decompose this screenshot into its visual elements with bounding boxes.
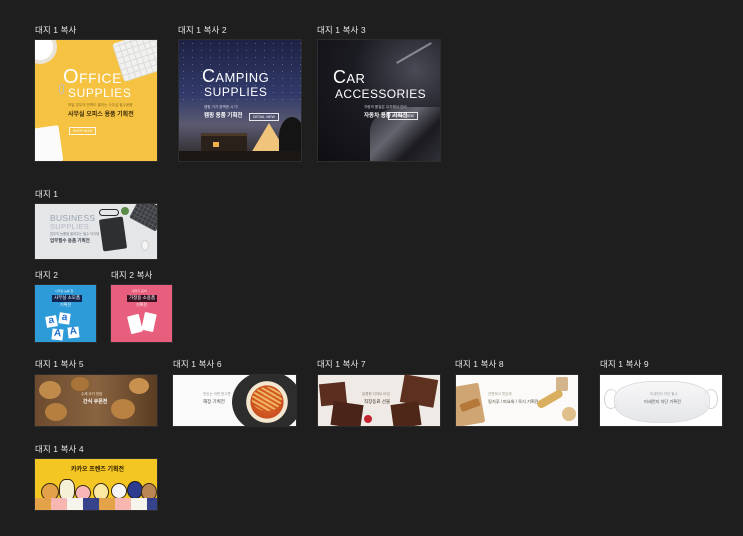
artboard-label[interactable]: 대지 1 복사 (35, 24, 76, 36)
letter-block: A (51, 327, 64, 341)
brownie-image (390, 401, 422, 426)
banner-headline: 미세먼지 차단 기획전 (644, 399, 682, 404)
banner-headline: 사무실 오피스 용품 기획전 (68, 112, 134, 118)
letter-block: a (45, 315, 58, 328)
artboard-label[interactable]: 대지 1 복사 5 (35, 358, 84, 370)
banner-headline-box: 사무실 소모품 (52, 295, 83, 302)
banner-title-line2: SUPPLIES (50, 222, 90, 231)
keyboard-image (129, 204, 157, 232)
notebook-image (35, 125, 64, 161)
banner-headline: 업무필수 용품 기획전 (50, 238, 90, 243)
cookie-image (71, 377, 89, 391)
letter-block: A (67, 325, 80, 339)
banner-headline: 기획전 (136, 302, 148, 307)
banner-title: OFFICE (63, 66, 123, 88)
mask-strap-right (704, 389, 718, 409)
artboard-dessert[interactable]: 달콤한 디저트 타임 직장동료 선물 (317, 374, 441, 427)
banner-title: CAR (333, 67, 366, 87)
banner-title: CAMPING (202, 66, 270, 86)
artboard-office-supplies[interactable]: OFFICE SUPPLIES 하일 업무의 만족도 올리는 사무실 필수용품 … (34, 39, 158, 162)
mask-strap-left (604, 389, 618, 409)
artboard-snacks[interactable]: 간편하고 맛있게 핑거푸 / 마요와 / 육식 기획전 (455, 374, 579, 427)
paper-card-image (141, 311, 157, 333)
glasses-image (99, 209, 119, 216)
fish-snack-image (535, 388, 565, 410)
banner-headline: 핑거푸 / 마요와 / 육식 기획전 (488, 399, 539, 404)
banner-subtext: 미세먼지 차단 필수 (650, 392, 678, 396)
artboard-kakao-friends[interactable]: 카카오 프렌즈 기획전 (34, 458, 158, 511)
detail-view-button: DETAIL VIEW (249, 113, 279, 121)
letter-blocks-image: a a A A (44, 312, 90, 342)
banner-headline: 직장동료 선물 (364, 399, 391, 404)
banner-subtext: 수제 쿠키 맛집 (81, 392, 103, 396)
banner-subtext: 캠핑 가기 완벽한 시기! (204, 105, 238, 109)
artboard-label[interactable]: 대지 1 복사 2 (178, 24, 227, 36)
character-bodies (35, 498, 157, 510)
artboard-camping-supplies[interactable]: CAMPING SUPPLIES 캠핑 가기 완벽한 시기! 캠핑 용품 기획전… (178, 39, 302, 162)
banner-title-line2: SUPPLIES (68, 86, 132, 100)
noodles-image (252, 387, 282, 411)
letter-block: a (58, 312, 71, 325)
banner-headline: 기획전 (60, 302, 72, 307)
banner-subtext: 간편하고 맛있게 (488, 392, 512, 396)
banner-subtext: 맛있는 라면 한그릇 (203, 392, 231, 396)
artboard-business-supplies[interactable]: BUSINESS SUPPLIES 업무의 능률을 올려주는 필수 아이템 업무… (34, 203, 158, 260)
artboard-office-consumables[interactable]: 사무실 능률 업 사무실 소모품 기획전 a a A A (34, 284, 97, 343)
shop-now-button: SHOP NOW (69, 127, 97, 135)
artboard-label[interactable]: 대지 1 복사 8 (455, 358, 504, 370)
mouse-image (141, 240, 149, 251)
artboard-label[interactable]: 대지 1 복사 9 (600, 358, 649, 370)
cookie-image (111, 399, 135, 419)
strawberry-image (364, 415, 372, 423)
banner-subtext: 새학기 준비 (132, 289, 147, 293)
brownie-image (330, 401, 364, 426)
artboard-label[interactable]: 대지 2 (35, 269, 58, 281)
notebook-image (98, 216, 128, 252)
artboard-label[interactable]: 대지 2 복사 (111, 269, 152, 281)
cabin-light (213, 142, 219, 147)
coffee-cup-image (35, 40, 57, 64)
banner-subtext: 하일 업무의 만족도 올리는 사무실 필수용품 (68, 103, 133, 107)
car-light-streak (396, 42, 432, 64)
cabin-image (201, 133, 247, 151)
detail-view-button: DETAIL VIEW (388, 112, 418, 120)
artboard-label[interactable]: 대지 1 복사 4 (35, 443, 84, 455)
banner-headline: 해장 기획전 (203, 399, 225, 404)
cookie-image (39, 381, 61, 399)
artboard-label[interactable]: 대지 1 복사 3 (317, 24, 366, 36)
banner-subtext: 차량의 품질은 유지해서 관리 (364, 105, 407, 109)
banner-headline: 간식 쿠폰전 (83, 399, 108, 405)
artboard-car-accessories[interactable]: CAR ACCESSORIES 차량의 품질은 유지해서 관리 자동차 용품 기… (317, 39, 441, 162)
artboard-label[interactable]: 대지 1 복사 7 (317, 358, 366, 370)
banner-title-line2: ACCESSORIES (335, 87, 427, 101)
banner-title-line2: SUPPLIES (204, 85, 268, 99)
banner-headline: 캠핑 용품 기획전 (204, 113, 243, 119)
ground (179, 151, 301, 161)
artboard-mask[interactable]: 미세먼지 차단 필수 미세먼지 차단 기획전 (599, 374, 723, 427)
paper-card-image (127, 313, 143, 335)
cracker-image (562, 407, 576, 421)
cookie-image (129, 378, 149, 394)
artboard-label[interactable]: 대지 1 복사 6 (173, 358, 222, 370)
banner-headline: 카카오 프렌즈 기획전 (71, 467, 125, 473)
artboard-ramen[interactable]: 맛있는 라면 한그릇 해장 기획전 (172, 374, 297, 427)
banner-subtext: 업무의 능률을 올려주는 필수 아이템 (50, 232, 100, 236)
banner-headline-box: 가정용 소용품 (127, 295, 158, 302)
banner-subtext: 사무실 능률 업 (55, 289, 74, 293)
artboard-home-supplies[interactable]: 새학기 준비 가정용 소용품 기획전 (110, 284, 173, 343)
artboard-label[interactable]: 대지 1 (35, 188, 58, 200)
plant-image (121, 207, 129, 215)
artboard-cookies[interactable]: 수제 쿠키 맛집 간식 쿠폰전 (34, 374, 158, 427)
cookie-image (45, 403, 67, 421)
banner-subtext: 달콤한 디저트 타임 (362, 392, 390, 396)
character-neo (111, 483, 127, 499)
